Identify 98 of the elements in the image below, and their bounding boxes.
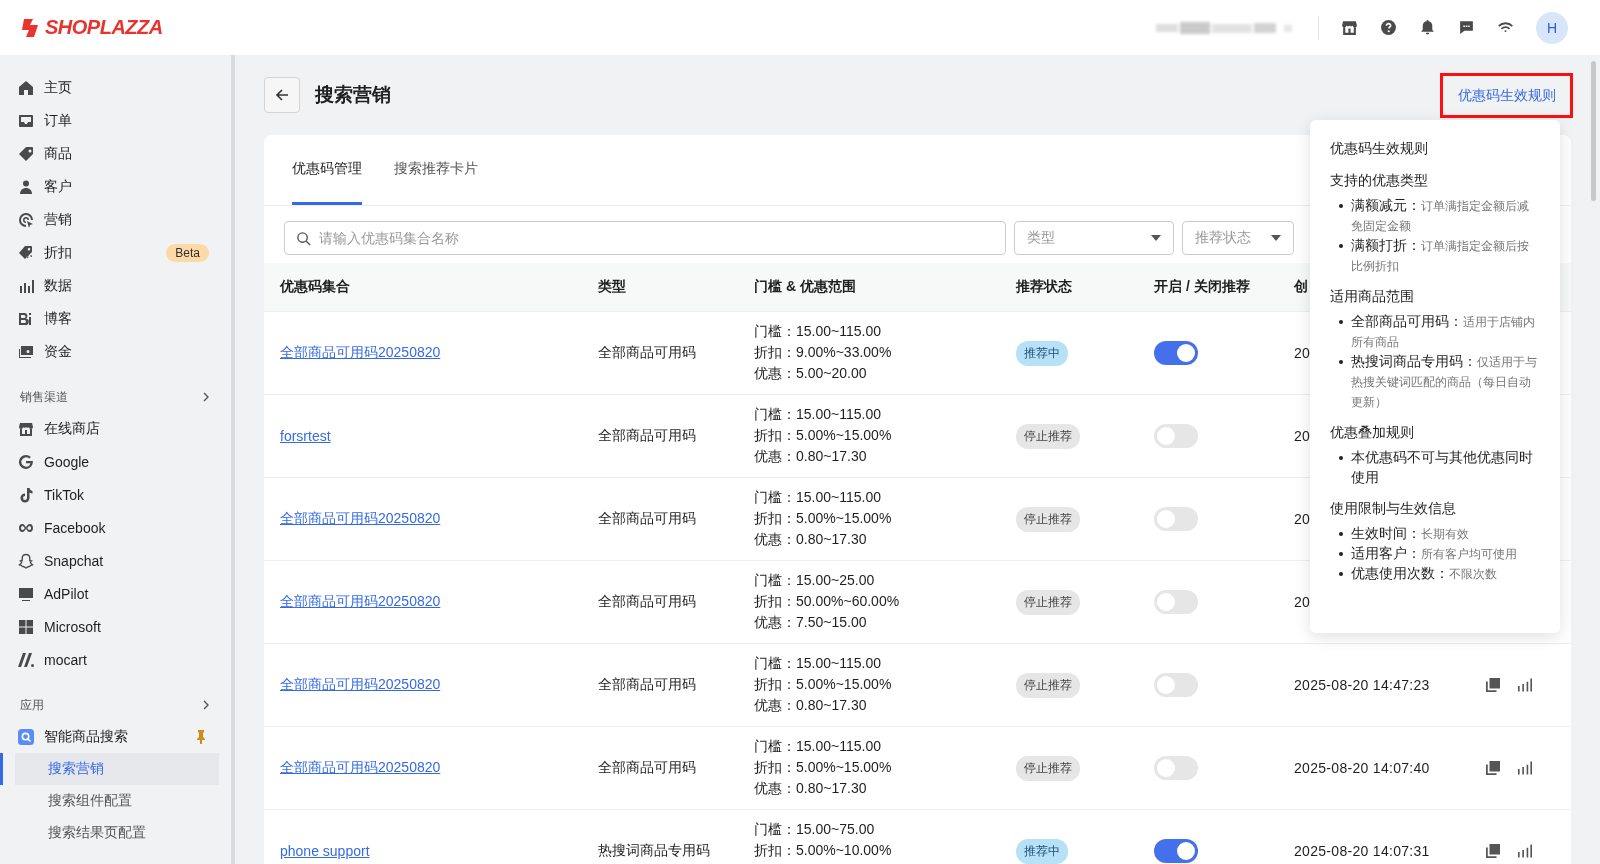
page-title: 搜索营销	[315, 83, 392, 107]
popover-heading: 支持的优惠类型	[1330, 172, 1429, 190]
range-line: 门槛：15.00~115.00	[754, 322, 881, 341]
popover-heading: 优惠叠加规则	[1330, 424, 1415, 442]
table-cell: 全部商品可用码	[598, 427, 696, 445]
column-header: 门槛 & 优惠范围	[754, 278, 856, 294]
range-line: 折扣：5.00%~15.00%	[754, 675, 892, 694]
search-field[interactable]: 请输入优惠码集合名称	[284, 221, 1006, 255]
rule-item: 本优惠码不可与其他优惠同时使用	[1351, 449, 1534, 487]
created-time: 2025-08-20 14:07:40	[1294, 760, 1430, 776]
range-line: 优惠：0.80~17.30	[754, 779, 867, 798]
range-line: 优惠：0.80~17.30	[754, 696, 867, 715]
table-cell: 全部商品可用码	[598, 593, 696, 611]
status-tag: 停止推荐	[1016, 755, 1080, 781]
nav-item[interactable]: 折扣 Beta	[0, 236, 231, 269]
column-header: 创	[1294, 278, 1308, 294]
created-time: 2025-08-20 14:47:23	[1294, 677, 1430, 693]
popover-heading: 使用限制与生效信息	[1330, 500, 1457, 518]
range-line: 优惠：5.00~20.00	[754, 364, 867, 383]
table-cell: 全部商品可用码	[598, 676, 696, 694]
range-line: 门槛：15.00~25.00	[754, 571, 875, 590]
status-tag: 推荐中	[1016, 838, 1068, 864]
collection-link[interactable]: 全部商品可用码20250820	[280, 676, 441, 694]
created-time: 2025-08-20 14:07:31	[1294, 843, 1430, 859]
sub-nav-item[interactable]: 搜索组件配置	[0, 785, 219, 817]
rule-item: 生效时间：长期有效	[1351, 525, 1470, 543]
collection-link[interactable]: 全部商品可用码20250820	[280, 344, 441, 362]
rule-item: 热搜词商品专用码：仅适用于与热搜关键词匹配的商品（每日自动更新）	[1351, 353, 1538, 411]
range-line: 折扣：5.00%~15.00%	[754, 509, 892, 528]
nav-item[interactable]: 营销	[0, 203, 231, 236]
nav-item[interactable]: mocart	[0, 643, 231, 676]
sub-nav-item[interactable]: 搜索营销	[0, 753, 219, 785]
section-header[interactable]: 应用	[20, 696, 44, 714]
range-line: 门槛：15.00~75.00	[754, 820, 875, 839]
nav-item[interactable]: Google	[0, 445, 231, 478]
nav-item[interactable]: 在线商店	[0, 412, 231, 445]
sub-nav-item[interactable]: 搜索结果页配置	[0, 817, 219, 849]
tab[interactable]: 搜索推荐卡片	[394, 160, 478, 205]
range-line: 优惠：0.80~17.30	[754, 447, 867, 466]
created-time: 20	[1294, 428, 1311, 444]
column-header: 优惠码集合	[280, 278, 350, 294]
nav-item[interactable]: TikTok	[0, 478, 231, 511]
status-tag: 停止推荐	[1016, 423, 1080, 449]
nav-item[interactable]: 资金	[0, 335, 231, 368]
column-header: 开启 / 关闭推荐	[1154, 278, 1250, 294]
table-cell: 热搜词商品专用码	[598, 842, 710, 860]
table-cell: 全部商品可用码	[598, 510, 696, 528]
tab[interactable]: 优惠码管理	[292, 160, 362, 205]
column-header: 推荐状态	[1016, 278, 1072, 294]
nav-item[interactable]: 主页	[0, 71, 231, 104]
popover-heading: 适用商品范围	[1330, 288, 1415, 306]
nav-item[interactable]: 智能商品搜索	[0, 720, 231, 753]
collection-link[interactable]: forsrtest	[280, 428, 331, 444]
created-time: 20	[1294, 345, 1311, 361]
nav-item[interactable]: Facebook	[0, 511, 231, 544]
status-tag: 停止推荐	[1016, 589, 1080, 615]
table-cell: 全部商品可用码	[598, 759, 696, 777]
rule-item: 满额减元：订单满指定金额后减免固定金额	[1351, 197, 1530, 235]
nav-item[interactable]: Snapchat	[0, 544, 231, 577]
section-header[interactable]: 销售渠道	[20, 388, 68, 406]
range-line: 门槛：15.00~115.00	[754, 488, 881, 507]
range-line: 门槛：15.00~115.00	[754, 405, 881, 424]
range-line: 折扣：5.00%~10.00%	[754, 841, 892, 860]
range-line: 折扣：9.00%~33.00%	[754, 343, 892, 362]
collection-link[interactable]: phone support	[280, 843, 370, 859]
nav-item[interactable]: 商品	[0, 137, 231, 170]
nav-item[interactable]: Microsoft	[0, 610, 231, 643]
rule-item: 优惠使用次数：不限次数	[1351, 565, 1498, 583]
created-time: 20	[1294, 594, 1311, 610]
collection-link[interactable]: 全部商品可用码20250820	[280, 510, 441, 528]
status-tag: 停止推荐	[1016, 506, 1080, 532]
status-tag: 停止推荐	[1016, 672, 1080, 698]
range-line: 折扣：5.00%~15.00%	[754, 426, 892, 445]
range-line: 门槛：15.00~115.00	[754, 737, 881, 756]
collection-link[interactable]: 全部商品可用码20250820	[280, 759, 441, 777]
nav-item[interactable]: AdPilot	[0, 577, 231, 610]
nav-item[interactable]: 数据	[0, 269, 231, 302]
nav-item[interactable]: 博客	[0, 302, 231, 335]
popover-title: 优惠码生效规则	[1330, 140, 1429, 158]
range-line: 优惠：0.80~17.30	[754, 530, 867, 549]
avatar[interactable]: H	[1536, 11, 1568, 44]
rule-item: 满额打折：订单满指定金额后按比例折扣	[1351, 237, 1530, 275]
column-header: 类型	[598, 278, 626, 294]
nav-item[interactable]: 客户	[0, 170, 231, 203]
rules-link[interactable]: 优惠码生效规则	[1440, 72, 1573, 118]
beta-badge: Beta	[166, 243, 209, 262]
range-line: 门槛：15.00~115.00	[754, 654, 881, 673]
range-line: 优惠：7.50~15.00	[754, 613, 867, 632]
table-cell: 全部商品可用码	[598, 344, 696, 362]
status-tag: 推荐中	[1016, 340, 1068, 366]
created-time: 20	[1294, 511, 1311, 527]
rule-item: 全部商品可用码：适用于店铺内所有商品	[1351, 313, 1536, 351]
range-line: 折扣：50.00%~60.00%	[754, 592, 900, 611]
nav-item[interactable]: 订单	[0, 104, 231, 137]
logo[interactable]: SHOPLAZZA	[20, 16, 163, 39]
collection-link[interactable]: 全部商品可用码20250820	[280, 593, 441, 611]
range-line: 折扣：5.00%~15.00%	[754, 758, 892, 777]
rule-item: 适用客户：所有客户均可使用	[1351, 545, 1518, 563]
